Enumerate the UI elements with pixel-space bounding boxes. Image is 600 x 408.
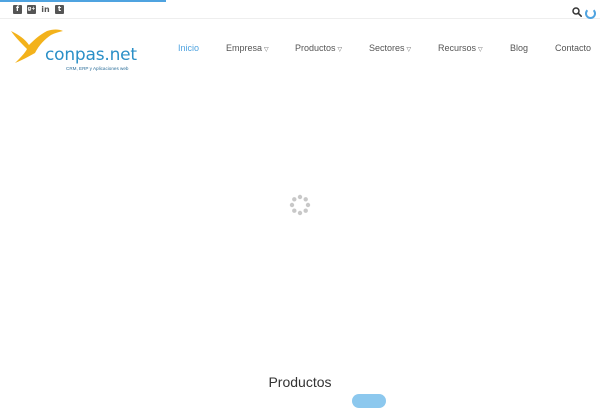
search-icon[interactable]: [572, 4, 582, 22]
loading-spinner-icon: [585, 7, 596, 19]
facebook-icon[interactable]: f: [13, 5, 22, 14]
nav-item-recursos[interactable]: Recursos ▽: [438, 43, 483, 53]
chevron-down-icon: ▽: [478, 47, 483, 53]
loading-icon: [289, 194, 311, 216]
chevron-down-icon: ▽: [264, 47, 269, 53]
nav-item-productos[interactable]: Productos ▽: [295, 43, 342, 53]
google-plus-icon[interactable]: g+: [27, 5, 36, 14]
section-title: Productos: [268, 374, 332, 390]
nav-item-inicio[interactable]: Inicio: [178, 43, 199, 53]
search-area: [572, 4, 596, 22]
cloud-illustration: [352, 394, 386, 408]
chevron-down-icon: ▽: [337, 47, 343, 53]
main-navigation: Inicio Empresa ▽ Productos ▽ Sectores ▽ Rec…: [0, 43, 600, 57]
nav-item-sectores[interactable]: Sectores ▽: [369, 43, 411, 53]
top-bar: f g+ in t: [0, 2, 600, 19]
nav-item-blog[interactable]: Blog: [510, 43, 528, 53]
nav-item-contacto[interactable]: Contacto: [555, 43, 591, 53]
twitter-icon[interactable]: t: [55, 5, 64, 14]
logo-tagline: CRM, ERP y Aplicaciones web: [66, 66, 129, 71]
chevron-down-icon: ▽: [406, 47, 412, 53]
linkedin-icon[interactable]: in: [41, 5, 50, 14]
social-links: f g+ in t: [13, 5, 64, 14]
nav-item-empresa[interactable]: Empresa ▽: [226, 43, 269, 53]
